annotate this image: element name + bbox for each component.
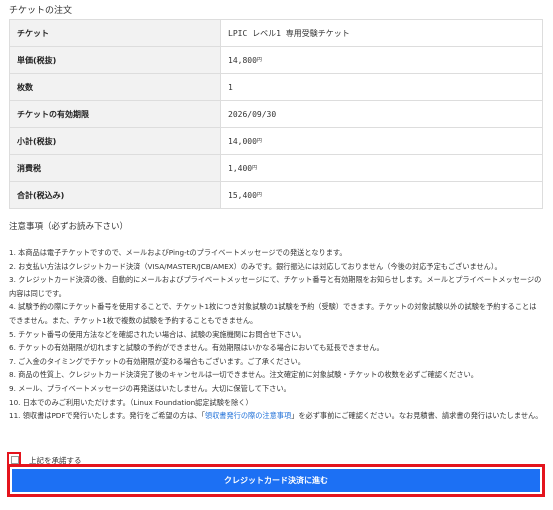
receipt-notes-link[interactable]: 領収書発行の際の注意事項 (205, 411, 291, 420)
currency-unit: 円 (256, 56, 262, 63)
order-row: 合計(税込み) 15,400円 (9, 181, 543, 209)
note-item: 11. 領収書はPDFで発行いたします。発行をご希望の方は、「領収書発行の際の注… (9, 411, 543, 421)
note-item: 10. 日本でのみご利用いただけます。（Linux Foundation認定試験… (9, 397, 253, 407)
order-row-value: 15,400円 (220, 181, 543, 209)
order-row-value: 14,000円 (220, 127, 543, 155)
order-row-value: 1,400円 (220, 154, 543, 182)
order-table: チケット LPIC レベル1 専用受験チケット 単価(税抜) 14,800円 枚数 1 チケ… (9, 19, 543, 209)
order-row-label: 枚数 (9, 73, 221, 101)
note-item: 1. 本商品は電子チケットですので、メールおよびPing-tのプライベートメッセ… (9, 248, 347, 257)
currency-unit: 円 (256, 191, 262, 198)
order-row: 枚数 1 (9, 73, 543, 101)
order-row-label: 小計(税抜) (9, 127, 221, 155)
note-item: 8. 商品の性質上、クレジットカード決済完了後のキャンセルは一切できません。注文… (9, 370, 478, 380)
order-row: 単価(税抜) 14,800円 (9, 46, 543, 74)
order-row-label: チケットの有効期限 (9, 100, 221, 128)
order-row-label: 消費税 (9, 154, 221, 182)
notes-heading: 注意事項（必ずお読み下さい） (9, 222, 129, 232)
order-row: 小計(税抜) 14,000円 (9, 127, 543, 155)
order-row-label: チケット (9, 19, 221, 47)
note-item: 6. チケットの有効期限が切れますと試験の予約ができません。有効期限はいかなる場… (9, 343, 384, 353)
note-item: 4. 試験予約の際にチケット番号を使用することで、チケット1枚につき対象試験の1… (9, 302, 537, 325)
note-item: 3. クレジットカード決済の後、自動的にメールおよびプライベートメッセージにて、… (9, 275, 542, 298)
credit-card-checkout-button[interactable]: クレジットカード決済に進む (12, 469, 540, 492)
order-row: 消費税 1,400円 (9, 154, 543, 182)
checkbox-box (11, 456, 19, 464)
currency-unit: 円 (256, 137, 262, 144)
submit-button-highlight: クレジットカード決済に進む (7, 464, 545, 497)
order-row-value: 1 (220, 73, 543, 101)
order-row-value: 14,800円 (220, 46, 543, 74)
note-item: 7. ご入金のタイミングでチケットの有効期限が変わる場合もございます。ご了承くだ… (9, 356, 305, 366)
notes-list: 1. 本商品は電子チケットですので、メールおよびPing-tのプライベートメッセ… (9, 246, 543, 423)
note-item: 9. メール、プライベートメッセージの再発送はいたしません。大切に保管して下さい… (9, 383, 291, 393)
order-row: チケットの有効期限 2026/09/30 (9, 100, 543, 128)
section-title: チケットの注文 (9, 6, 73, 16)
order-page: チケットの注文 チケット LPIC レベル1 専用受験チケット 単価(税抜) 14,8… (0, 0, 553, 510)
currency-unit: 円 (252, 164, 258, 171)
order-row-label: 単価(税抜) (9, 46, 221, 74)
order-row-label: 合計(税込み) (9, 181, 221, 209)
order-row-value: 2026/09/30 (220, 100, 543, 128)
note-item: 2. お支払い方法はクレジットカード決済（VISA/MASTER/JCB/AME… (9, 261, 502, 271)
note-item: 5. チケット番号の使用方法などを確認されたい場合は、試験の実施機関にお問合せ下… (9, 329, 306, 339)
order-row-value: LPIC レベル1 専用受験チケット (220, 19, 543, 47)
order-row: チケット LPIC レベル1 専用受験チケット (9, 19, 543, 47)
